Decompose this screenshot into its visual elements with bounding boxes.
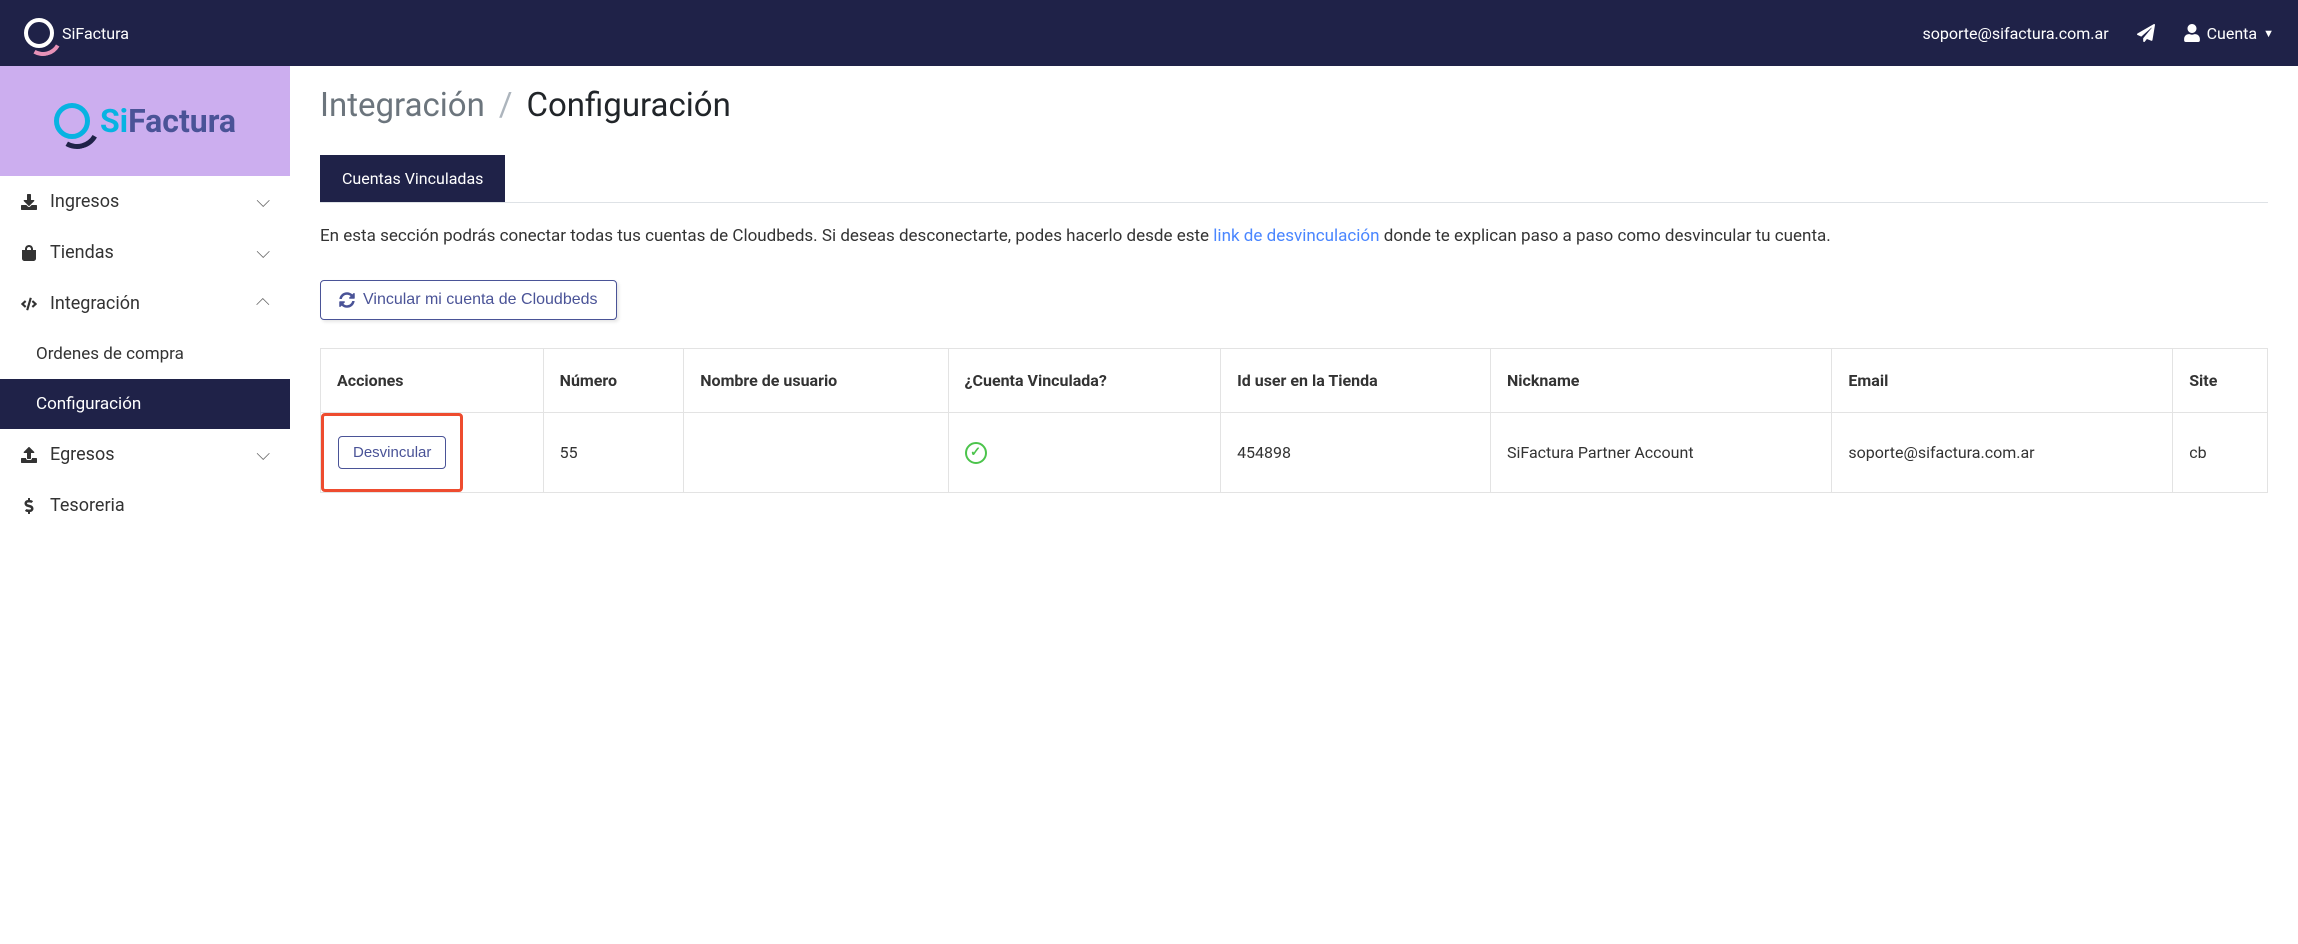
sidebar-item-tesoreria[interactable]: Tesoreria <box>0 480 290 531</box>
highlight-annotation: Desvincular <box>321 413 463 492</box>
unlink-button[interactable]: Desvincular <box>338 436 446 469</box>
table-header-row: Acciones Número Nombre de usuario ¿Cuent… <box>321 349 2267 413</box>
breadcrumb: Integración / Configuración <box>320 86 2268 125</box>
sidebar-label: Egresos <box>50 444 115 465</box>
sidebar-subitem-ordenes[interactable]: Ordenes de compra <box>0 329 290 379</box>
brand-text: SiFactura <box>62 24 129 43</box>
sidebar-logo-icon <box>54 103 90 139</box>
cell-nombre <box>684 413 948 493</box>
sidebar-item-ingresos[interactable]: Ingresos ⌵ <box>0 176 290 227</box>
shopping-bag-icon <box>20 245 38 261</box>
tabs: Cuentas Vinculadas <box>320 155 2268 203</box>
col-numero: Número <box>543 349 684 413</box>
sidebar-item-integracion[interactable]: Integración ⌵ <box>0 278 290 329</box>
send-button[interactable] <box>2137 24 2155 42</box>
table-row: Desvincular 55 ✓ 454898 SiFactura Partne… <box>321 413 2267 493</box>
sidebar-label: Ingresos <box>50 191 119 212</box>
tab-label: Cuentas Vinculadas <box>342 169 483 188</box>
user-icon <box>2183 24 2201 42</box>
main-content: Integración / Configuración Cuentas Vinc… <box>290 66 2298 944</box>
col-vinculada: ¿Cuenta Vinculada? <box>948 349 1221 413</box>
link-cloudbeds-button[interactable]: Vincular mi cuenta de Cloudbeds <box>320 280 617 320</box>
sidebar-subitem-configuracion[interactable]: Configuración <box>0 379 290 429</box>
col-id-user: Id user en la Tienda <box>1221 349 1491 413</box>
breadcrumb-separator: / <box>499 86 513 125</box>
sidebar-sublabel: Configuración <box>36 394 141 414</box>
cell-vinculada: ✓ <box>948 413 1221 493</box>
tab-linked-accounts[interactable]: Cuentas Vinculadas <box>320 155 505 202</box>
col-nombre: Nombre de usuario <box>684 349 948 413</box>
paper-plane-icon <box>2137 24 2155 42</box>
unlink-info-link[interactable]: link de desvinculación <box>1213 226 1379 246</box>
cell-acciones: Desvincular <box>321 413 543 493</box>
col-nickname: Nickname <box>1491 349 1832 413</box>
logo-icon <box>24 18 54 48</box>
col-site: Site <box>2173 349 2267 413</box>
account-label: Cuenta <box>2207 24 2258 43</box>
col-email: Email <box>1832 349 2173 413</box>
sidebar-label: Integración <box>50 293 140 314</box>
sidebar-sublabel: Ordenes de compra <box>36 344 184 364</box>
cell-email: soporte@sifactura.com.ar <box>1832 413 2173 493</box>
dollar-icon <box>20 498 38 514</box>
cell-numero: 55 <box>543 413 684 493</box>
sidebar-brand: SiFactura <box>100 102 236 140</box>
sidebar-label: Tiendas <box>50 242 114 263</box>
download-icon <box>20 194 38 210</box>
top-navbar: SiFactura soporte@sifactura.com.ar Cuent… <box>0 0 2298 66</box>
navbar-brand[interactable]: SiFactura <box>24 18 129 48</box>
sidebar-item-egresos[interactable]: Egresos ⌵ <box>0 429 290 480</box>
chevron-up-icon: ⌵ <box>256 293 270 314</box>
accounts-table: Acciones Número Nombre de usuario ¿Cuent… <box>321 349 2267 492</box>
chevron-down-icon: ⌵ <box>256 444 270 465</box>
unlink-button-label: Desvincular <box>353 444 431 461</box>
chevron-down-icon: ⌵ <box>256 191 270 212</box>
code-icon <box>20 296 38 312</box>
support-email-text: soporte@sifactura.com.ar <box>1922 24 2108 43</box>
sidebar-logo[interactable]: SiFactura <box>0 66 290 176</box>
breadcrumb-parent[interactable]: Integración <box>320 86 485 125</box>
navbar-right: soporte@sifactura.com.ar Cuenta ▼ <box>1922 24 2274 43</box>
caret-down-icon: ▼ <box>2263 27 2274 40</box>
sidebar-label: Tesoreria <box>50 495 125 516</box>
account-dropdown[interactable]: Cuenta ▼ <box>2183 24 2274 43</box>
cell-nickname: SiFactura Partner Account <box>1491 413 1832 493</box>
chevron-down-icon: ⌵ <box>256 242 270 263</box>
upload-icon <box>20 447 38 463</box>
support-email-link[interactable]: soporte@sifactura.com.ar <box>1922 24 2108 43</box>
cell-site: cb <box>2173 413 2267 493</box>
accounts-table-container: Acciones Número Nombre de usuario ¿Cuent… <box>320 348 2268 493</box>
sidebar: SiFactura Ingresos ⌵ Tiendas <box>0 66 290 944</box>
check-circle-icon: ✓ <box>965 442 987 464</box>
breadcrumb-current: Configuración <box>526 86 730 125</box>
link-button-label: Vincular mi cuenta de Cloudbeds <box>363 291 598 309</box>
sidebar-item-tiendas[interactable]: Tiendas ⌵ <box>0 227 290 278</box>
description-text: En esta sección podrás conectar todas tu… <box>320 223 2268 250</box>
cell-id-user: 454898 <box>1221 413 1491 493</box>
sidebar-menu: Ingresos ⌵ Tiendas ⌵ Integraci <box>0 176 290 531</box>
col-acciones: Acciones <box>321 349 543 413</box>
refresh-icon <box>339 292 355 308</box>
